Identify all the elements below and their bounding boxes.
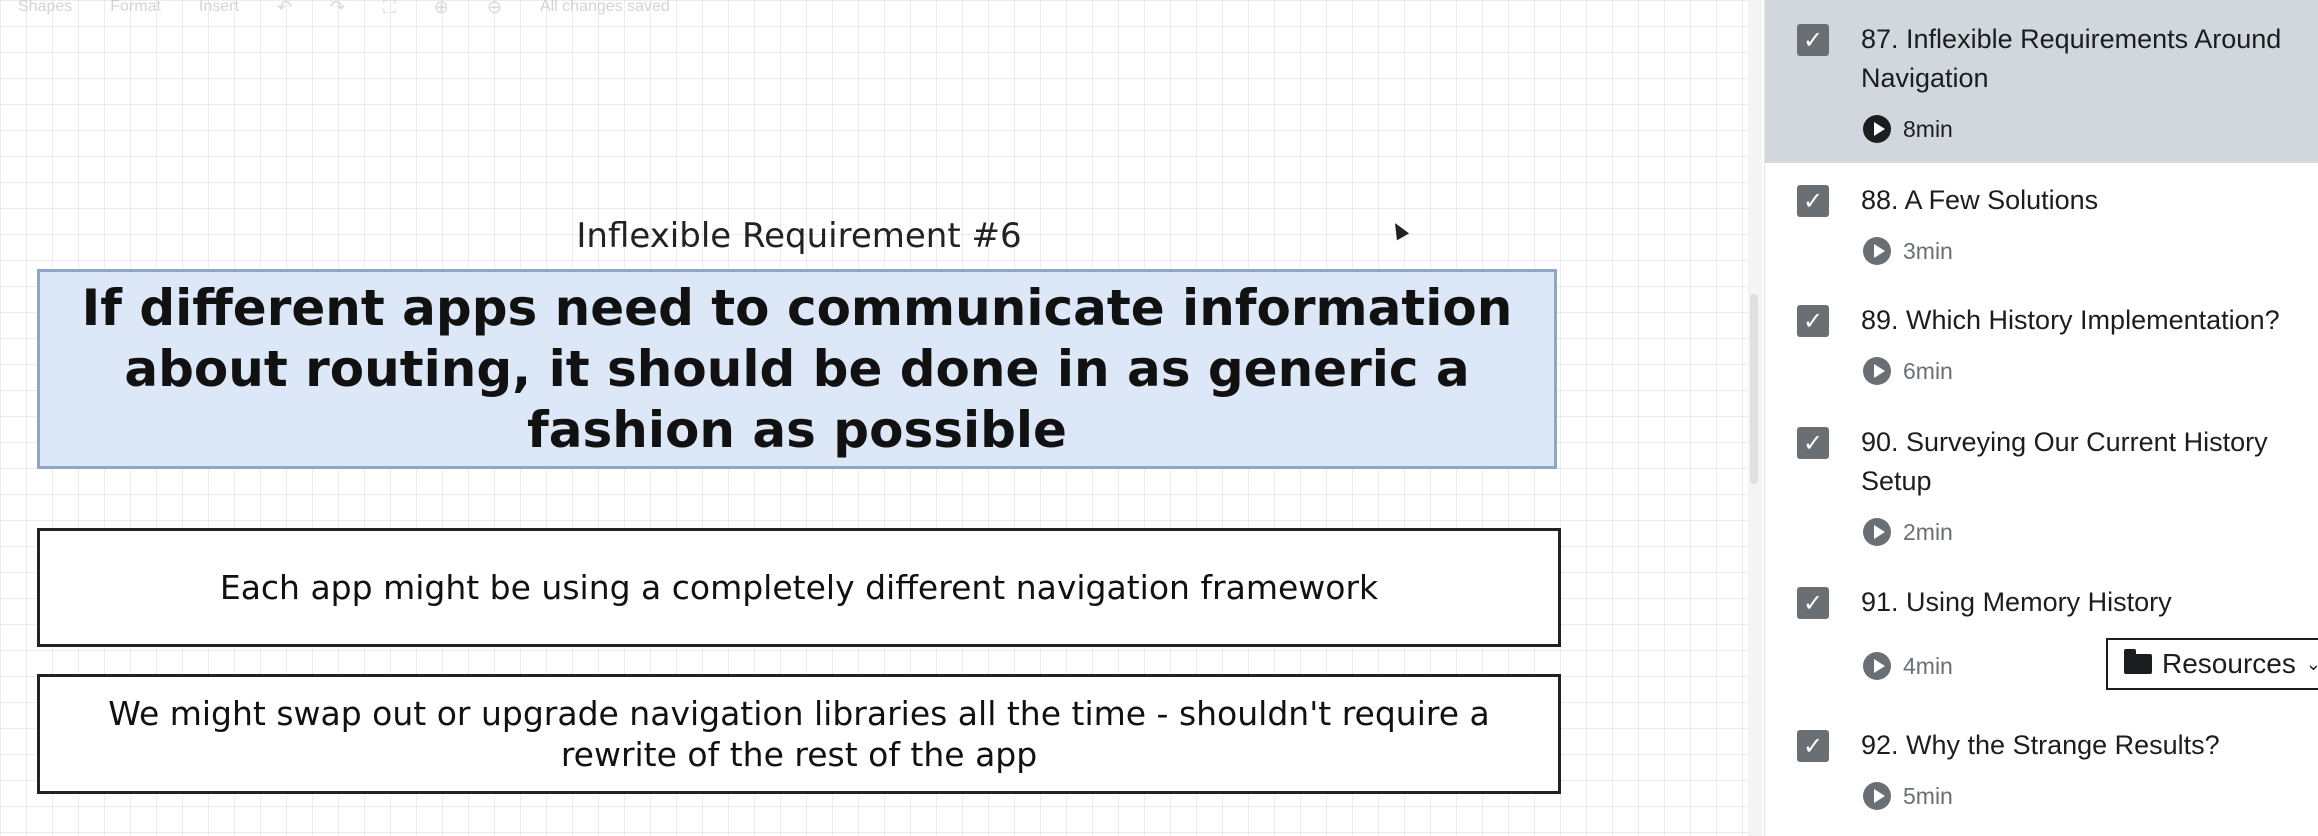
play-icon [1863,357,1891,385]
checkmark-icon: ✓ [1802,589,1824,617]
save-status: All changes saved [539,0,670,15]
completed-checkbox[interactable]: ✓ [1797,24,1829,56]
diagram-canvas[interactable]: Shapes Format Insert ↶ ↷ ⛶ ⊕ ⊖ All chang… [0,0,1760,836]
play-icon [1863,782,1891,810]
play-icon [1863,518,1891,546]
checkmark-icon: ✓ [1802,187,1824,215]
canvas-scrollbar-thumb[interactable] [1750,294,1758,484]
checkmark-icon: ✓ [1802,429,1824,457]
toolbar-insert[interactable]: Insert [199,0,239,16]
requirement-main-box[interactable]: If different apps need to communicate in… [37,269,1557,469]
completed-checkbox[interactable]: ✓ [1797,587,1829,619]
completed-checkbox[interactable]: ✓ [1797,185,1829,217]
lecture-title: 88. A Few Solutions [1861,185,2099,215]
redo-icon[interactable]: ↷ [330,0,345,18]
play-icon [1863,652,1891,680]
lecture-duration: 2min [1863,518,1953,546]
editor-toolbar: Shapes Format Insert ↶ ↷ ⛶ ⊕ ⊖ All chang… [0,0,778,17]
lecture-item-89[interactable]: ✓ 89. Which History Implementation? 6min [1765,283,2318,405]
checkmark-icon: ✓ [1802,732,1824,760]
toolbar-format[interactable]: Format [110,0,161,16]
zoom-out-icon[interactable]: ⊖ [487,0,502,18]
checkmark-icon: ✓ [1802,26,1824,54]
lecture-duration: 3min [1863,237,1953,265]
lecture-item-88[interactable]: ✓ 88. A Few Solutions 3min [1765,163,2318,283]
resources-label: Resources [2162,648,2296,679]
lecture-item-87[interactable]: ✓ 87. Inflexible Requirements Around Nav… [1765,0,2318,163]
lecture-title: 91. Using Memory History [1861,587,2172,617]
lecture-item-90[interactable]: ✓ 90. Surveying Our Current History Setu… [1765,405,2318,565]
lecture-title: 92. Why the Strange Results? [1861,730,2220,760]
completed-checkbox[interactable]: ✓ [1797,427,1829,459]
chevron-down-icon: ⌄ [2305,653,2318,675]
lecture-duration: 8min [1863,115,1953,143]
lecture-title: 90. Surveying Our Current History Setup [1861,427,2268,496]
lecture-title: 87. Inflexible Requirements Around Navig… [1861,24,2282,93]
lecture-title: 89. Which History Implementation? [1861,305,2280,335]
zoom-in-icon[interactable]: ⊕ [434,0,449,18]
lecture-item-92[interactable]: ✓ 92. Why the Strange Results? 5min [1765,708,2318,836]
toolbar-shapes[interactable]: Shapes [18,0,72,16]
lecture-duration: 5min [1863,782,1953,810]
checkmark-icon: ✓ [1802,307,1824,335]
undo-icon[interactable]: ↶ [277,0,292,18]
lecture-duration: 4min [1863,652,1953,680]
note-box-swap-libraries[interactable]: We might swap out or upgrade navigation … [37,674,1561,794]
play-icon [1863,237,1891,265]
note-text: Each app might be using a completely dif… [219,568,1379,607]
requirement-main-text: If different apps need to communicate in… [81,278,1513,459]
note-text: We might swap out or upgrade navigation … [108,694,1490,774]
course-content-sidebar: ✓ 87. Inflexible Requirements Around Nav… [1764,0,2318,836]
folder-open-icon [2124,649,2152,674]
fullscreen-icon[interactable]: ⛶ [383,0,396,18]
lecture-duration: 6min [1863,357,1953,385]
completed-checkbox[interactable]: ✓ [1797,730,1829,762]
completed-checkbox[interactable]: ✓ [1797,305,1829,337]
note-box-navigation-framework[interactable]: Each app might be using a completely dif… [37,528,1561,647]
resources-dropdown-button[interactable]: Resources ⌄ [2106,638,2318,690]
play-icon [1863,115,1891,143]
requirement-title: Inflexible Requirement #6 [576,216,1022,256]
